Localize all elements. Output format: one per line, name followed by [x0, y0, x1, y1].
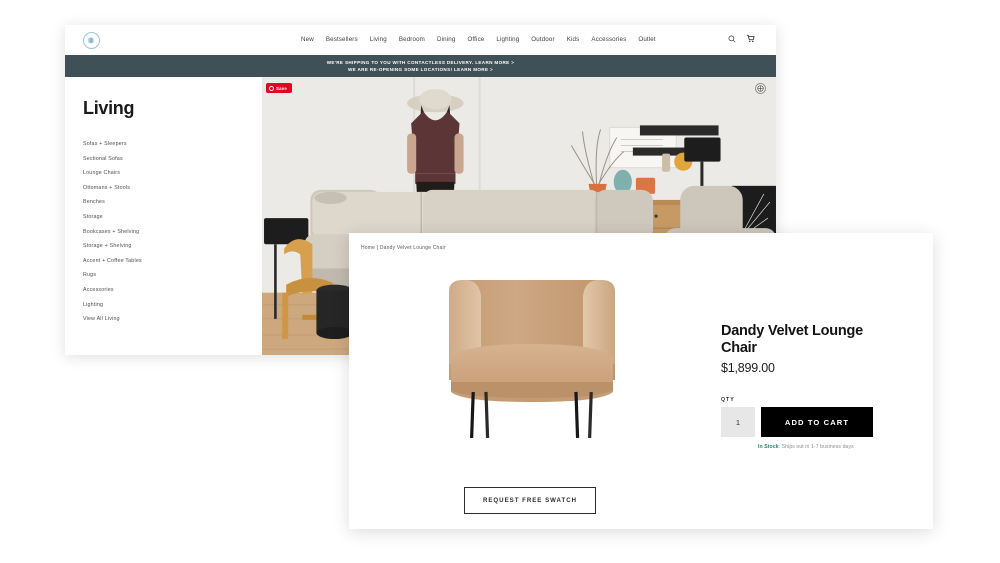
expand-zoom-icon[interactable] — [755, 83, 766, 94]
sidebar-item-storage-shelving[interactable]: Storage + Shelving — [83, 239, 262, 254]
stock-detail-text: : Ships out in 1-7 business days — [778, 444, 854, 450]
category-sidebar: Living Sofas + Sleepers Sectional Sofas … — [65, 77, 262, 355]
banner-line-reopening[interactable]: WE ARE RE-OPENING SOME LOCATIONS! LEARN … — [348, 67, 493, 72]
product-detail-card: Home | Dandy Velvet Lounge Chair REQUEST… — [349, 233, 933, 529]
purchase-row: ADD TO CART — [721, 407, 921, 437]
in-stock-label: In Stock — [758, 444, 779, 450]
quantity-input[interactable] — [721, 407, 755, 437]
nav-item-outdoor[interactable]: Outdoor — [531, 36, 554, 43]
sidebar-item-accent-coffee-tables[interactable]: Accent + Coffee Tables — [83, 254, 262, 269]
pinterest-icon — [269, 85, 274, 91]
site-header: New Bestsellers Living Bedroom Dining Of… — [65, 25, 776, 55]
sidebar-item-bookcases-shelving[interactable]: Bookcases + Shelving — [83, 225, 262, 240]
announcement-banner[interactable]: WE'RE SHIPPING TO YOU WITH CONTACTLESS D… — [65, 55, 776, 77]
nav-item-lighting[interactable]: Lighting — [496, 36, 519, 43]
sidebar-item-sectional-sofas[interactable]: Sectional Sofas — [83, 152, 262, 167]
nav-item-accessories[interactable]: Accessories — [591, 36, 626, 43]
product-info-panel: Dandy Velvet Lounge Chair $1,899.00 QTY … — [721, 323, 921, 450]
sidebar-item-sofas-sleepers[interactable]: Sofas + Sleepers — [83, 137, 262, 152]
product-title: Dandy Velvet Lounge Chair — [721, 323, 863, 356]
breadcrumb[interactable]: Home | Dandy Velvet Lounge Chair — [361, 245, 446, 251]
pinterest-save-badge[interactable]: Save — [266, 83, 293, 93]
page-title: Living — [83, 98, 135, 118]
product-price: $1,899.00 — [721, 361, 775, 375]
nav-item-kids[interactable]: Kids — [567, 36, 580, 43]
request-free-swatch-button[interactable]: REQUEST FREE SWATCH — [464, 487, 596, 514]
search-icon[interactable] — [728, 35, 736, 43]
sidebar-item-benches[interactable]: Benches — [83, 195, 262, 210]
sidebar-item-rugs[interactable]: Rugs — [83, 268, 262, 283]
shopping-cart-icon[interactable] — [746, 34, 755, 43]
save-badge-label: Save — [276, 85, 288, 91]
nav-item-living[interactable]: Living — [370, 36, 387, 43]
nav-item-bedroom[interactable]: Bedroom — [399, 36, 425, 43]
sidebar-item-lighting[interactable]: Lighting — [83, 298, 262, 313]
qty-label: QTY — [721, 397, 735, 403]
lounge-chair-illustration — [449, 279, 615, 438]
sidebar-item-ottomans-stools[interactable]: Ottomans + Stools — [83, 181, 262, 196]
nav-item-dining[interactable]: Dining — [437, 36, 455, 43]
sidebar-item-accessories[interactable]: Accessories — [83, 283, 262, 298]
sidebar-item-storage[interactable]: Storage — [83, 210, 262, 225]
product-gallery: REQUEST FREE SWATCH — [349, 257, 715, 529]
sidebar-item-lounge-chairs[interactable]: Lounge Chairs — [83, 166, 262, 181]
header-icons — [728, 34, 755, 43]
nav-item-office[interactable]: Office — [467, 36, 484, 43]
main-navigation: New Bestsellers Living Bedroom Dining Of… — [301, 36, 656, 43]
stock-status: In Stock: Ships out in 1-7 business days — [758, 444, 921, 450]
product-image[interactable] — [349, 257, 715, 457]
sidebar-item-view-all-living[interactable]: View All Living — [83, 312, 262, 327]
nav-item-bestsellers[interactable]: Bestsellers — [326, 36, 358, 43]
category-link-list: Sofas + Sleepers Sectional Sofas Lounge … — [83, 137, 262, 327]
add-to-cart-button[interactable]: ADD TO CART — [761, 407, 873, 437]
brand-logo-icon[interactable] — [83, 32, 100, 49]
banner-line-shipping[interactable]: WE'RE SHIPPING TO YOU WITH CONTACTLESS D… — [327, 60, 515, 65]
nav-item-outlet[interactable]: Outlet — [638, 36, 655, 43]
nav-item-new[interactable]: New — [301, 36, 314, 43]
